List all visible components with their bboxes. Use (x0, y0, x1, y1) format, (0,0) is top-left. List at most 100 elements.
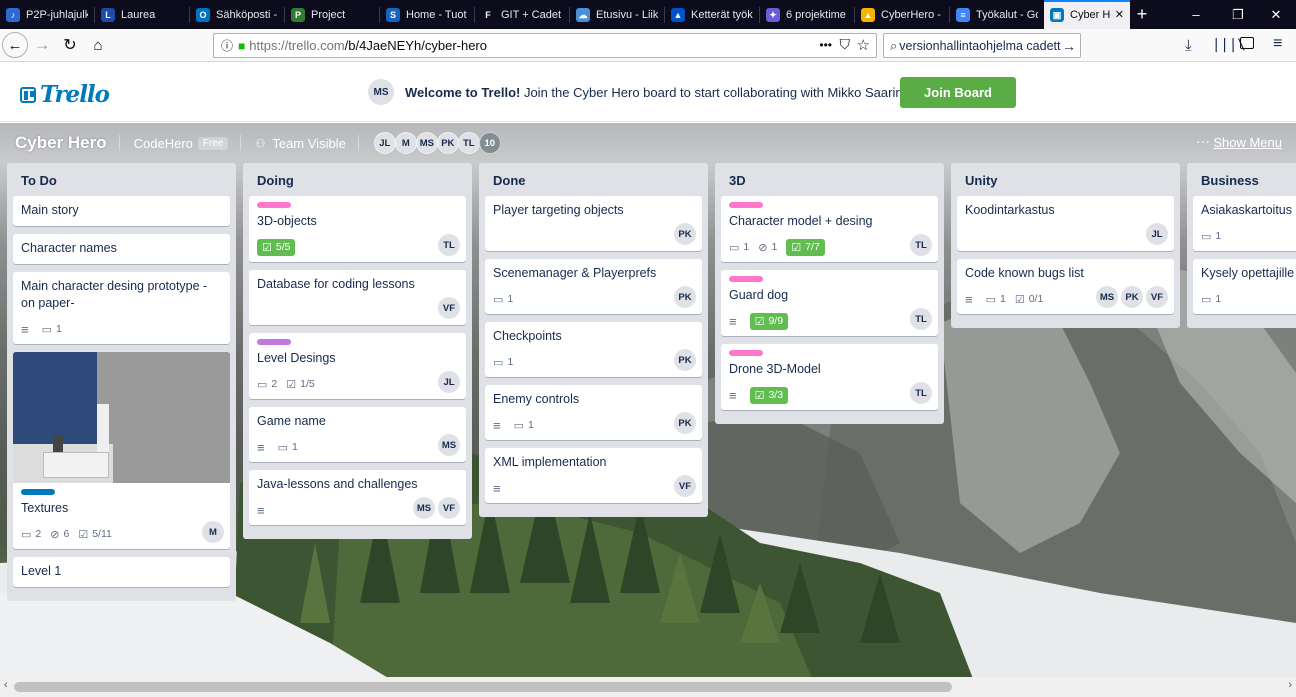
home-icon[interactable]: ⌂ (84, 31, 112, 59)
member-avatar[interactable]: TL (457, 132, 480, 154)
minimize-icon[interactable]: – (1176, 0, 1216, 29)
pocket-icon[interactable]: ⛉ (840, 36, 851, 53)
search-go-icon[interactable]: → (1062, 38, 1076, 54)
avatar[interactable]: VF (1146, 286, 1168, 308)
card[interactable]: Main story (13, 196, 230, 226)
scroll-right-icon[interactable]: › (1288, 679, 1292, 691)
team-name[interactable]: CodeHero (134, 136, 193, 151)
restore-icon[interactable]: ❐ (1218, 0, 1258, 29)
avatar[interactable]: MS (368, 79, 394, 105)
card[interactable]: Code known bugs list ≡ ▭ 1 ☑ 0/1 MS PK VF (957, 259, 1174, 314)
avatar[interactable]: VF (438, 497, 460, 519)
trello-logo[interactable]: Trello (20, 81, 110, 108)
card[interactable]: Game name ≡ ▭ 1 MS (249, 407, 466, 462)
browser-tab[interactable]: P Project (285, 0, 379, 29)
list-title[interactable]: Done (485, 163, 702, 196)
horizontal-scrollbar[interactable]: ‹ › (0, 677, 1296, 697)
list-to-do[interactable]: To Do Main story Character names Main chara… (7, 163, 236, 601)
browser-tab[interactable]: ✦ 6 projektime (760, 0, 854, 29)
browser-tab[interactable]: ☁ Etusivu - Liik (570, 0, 664, 29)
download-icon[interactable]: ⤓ (1185, 37, 1192, 54)
url-bar[interactable]: ⓘ ■ https://trello.com/b/4JaeNEYh/cyber-… (213, 33, 877, 58)
page-actions-icon[interactable]: ••• (819, 38, 832, 52)
avatar[interactable]: MS (413, 497, 435, 519)
url-text[interactable]: https://trello.com/b/4JaeNEYh/cyber-hero (249, 38, 487, 53)
show-menu-button[interactable]: Show Menu (1213, 135, 1282, 150)
card[interactable]: Character model + desing ▭ 1 ⊘ 1 ☑ 7/7 TL (721, 196, 938, 262)
card[interactable]: Character names (13, 234, 230, 264)
list-title[interactable]: Business (1193, 163, 1296, 196)
avatar[interactable]: MS (1096, 286, 1118, 308)
card[interactable]: Kysely opettajille ▭ 1 (1193, 259, 1296, 314)
more-icon[interactable]: ··· (1196, 133, 1210, 149)
search-bar[interactable]: ⌕ versionhallintaohjelma cadett → (883, 33, 1081, 58)
browser-tab[interactable]: S Home - Tuot (380, 0, 474, 29)
avatar[interactable]: PK (674, 349, 696, 371)
browser-tab[interactable]: O Sähköposti - (190, 0, 284, 29)
avatar[interactable]: M (202, 521, 224, 543)
browser-tab[interactable]: ≡ Työkalut - Go (950, 0, 1044, 29)
avatar[interactable]: VF (438, 297, 460, 319)
reload-icon[interactable]: ↻ (56, 31, 84, 59)
forward-icon[interactable]: → (28, 31, 56, 59)
list-title[interactable]: Unity (957, 163, 1174, 196)
card[interactable]: Koodintarkastus JL (957, 196, 1174, 251)
close-window-icon[interactable]: ✕ (1256, 0, 1296, 29)
avatar[interactable]: PK (674, 286, 696, 308)
avatar[interactable]: TL (438, 234, 460, 256)
card[interactable]: Asiakaskartoitus ▭ 1 (1193, 196, 1296, 251)
card[interactable]: Drone 3D-Model ≡ ☑ 3/3 TL (721, 344, 938, 410)
list-title[interactable]: 3D (721, 163, 938, 196)
avatar[interactable]: JL (438, 371, 460, 393)
list-unity[interactable]: Unity Koodintarkastus JL Code known bugs li… (951, 163, 1180, 328)
avatar[interactable]: TL (910, 382, 932, 404)
close-tab-icon[interactable]: ✕ (1115, 8, 1124, 21)
avatar[interactable]: PK (674, 412, 696, 434)
card[interactable]: Enemy controls ≡ ▭ 1 PK (485, 385, 702, 440)
member-avatar[interactable]: JL (373, 132, 396, 154)
card[interactable]: 3D-objects ☑ 5/5 TL (249, 196, 466, 262)
new-tab-icon[interactable]: + (1130, 4, 1154, 25)
card[interactable]: Level 1 (13, 557, 230, 587)
list-title[interactable]: Doing (249, 163, 466, 196)
visibility-label[interactable]: Team Visible (272, 136, 345, 151)
avatar[interactable]: VF (674, 475, 696, 497)
member-avatar[interactable]: M (394, 132, 417, 154)
info-icon[interactable]: ⓘ (221, 37, 233, 54)
card[interactable]: Main character desing prototype -on pape… (13, 272, 230, 344)
avatar[interactable]: PK (674, 223, 696, 245)
more-members-count[interactable]: 10 (478, 132, 501, 154)
card[interactable]: Level Desings ▭ 2 ☑ 1/5 JL (249, 333, 466, 399)
member-avatar[interactable]: MS (415, 132, 438, 154)
member-avatar[interactable]: PK (436, 132, 459, 154)
list-title[interactable]: To Do (13, 163, 230, 196)
browser-tab[interactable]: F GIT + Cadet (475, 0, 569, 29)
browser-tab[interactable]: L Laurea (95, 0, 189, 29)
board-title[interactable]: Cyber Hero (15, 133, 107, 153)
card[interactable]: Player targeting objects PK (485, 196, 702, 251)
card[interactable]: Java-lessons and challenges ≡ MS VF (249, 470, 466, 525)
avatar[interactable]: PK (1121, 286, 1143, 308)
avatar[interactable]: MS (438, 434, 460, 456)
back-icon[interactable]: ← (2, 32, 28, 58)
card[interactable]: Scenemanager & Playerprefs ▭ 1 PK (485, 259, 702, 314)
list-doing[interactable]: Doing 3D-objects ☑ 5/5 TL Database for coding… (243, 163, 472, 539)
hamburger-menu-icon[interactable]: ≡ (1273, 35, 1282, 53)
list-done[interactable]: Done Player targeting objects PK Scenemanag… (479, 163, 708, 517)
browser-tab[interactable]: ♪ P2P-juhlajulk (0, 0, 94, 29)
avatar[interactable]: TL (910, 234, 932, 256)
card[interactable]: Checkpoints ▭ 1 PK (485, 322, 702, 377)
list-business[interactable]: Business Asiakaskartoitus ▭ 1 Kysely opettaj… (1187, 163, 1296, 328)
browser-tab[interactable]: ▲ Ketterät työk (665, 0, 759, 29)
sidebar-icon[interactable] (1240, 37, 1254, 49)
avatar[interactable]: JL (1146, 223, 1168, 245)
browser-tab[interactable]: ▣ Cyber Hero ✕ (1044, 0, 1130, 29)
bookmark-star-icon[interactable]: ☆ (857, 36, 870, 54)
browser-tab[interactable]: ▲ CyberHero - (855, 0, 949, 29)
card[interactable]: Textures ▭ 2 ⊘ 6 ☑ 5/11 M (13, 352, 230, 549)
join-board-button[interactable]: Join Board (900, 77, 1016, 108)
scroll-thumb[interactable] (14, 682, 952, 692)
card[interactable]: XML implementation ≡ VF (485, 448, 702, 503)
card[interactable]: Guard dog ≡ ☑ 9/9 TL (721, 270, 938, 336)
card[interactable]: Database for coding lessons VF (249, 270, 466, 325)
